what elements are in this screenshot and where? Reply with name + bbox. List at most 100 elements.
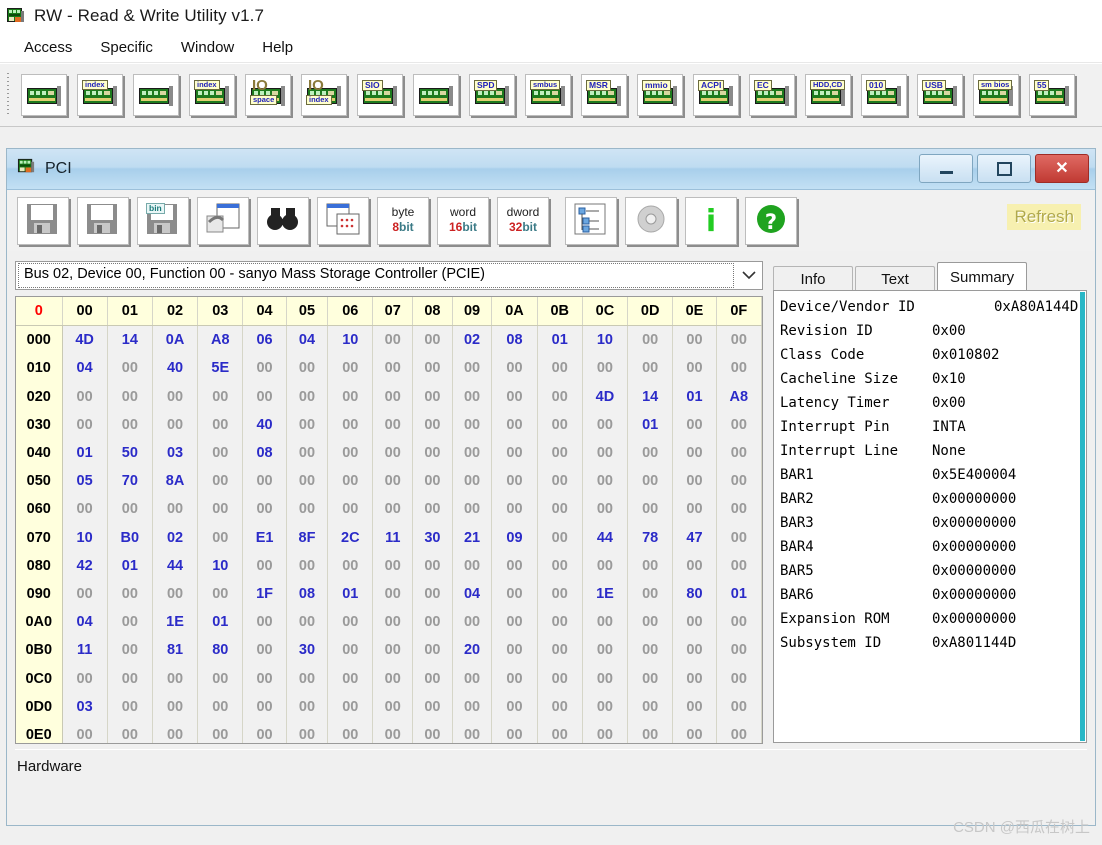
hex-cell[interactable]: 00	[716, 410, 762, 439]
hex-cell[interactable]: 00	[672, 410, 717, 439]
hex-cell[interactable]: 00	[672, 664, 717, 693]
save-bin-button[interactable]: bin	[135, 195, 191, 247]
load-button[interactable]	[195, 195, 251, 247]
hex-cell[interactable]: 08	[491, 325, 538, 355]
hex-cell[interactable]: 00	[582, 354, 629, 383]
hex-cell[interactable]: 00	[197, 382, 244, 411]
hex-cell[interactable]: 10	[582, 325, 629, 355]
tree-view-button[interactable]	[563, 195, 619, 247]
hex-cell[interactable]: 00	[672, 495, 717, 524]
hex-cell[interactable]: 00	[242, 664, 287, 693]
hex-cell[interactable]: 00	[372, 467, 414, 496]
hex-cell[interactable]: 01	[672, 382, 717, 411]
hex-cell[interactable]: E1	[242, 523, 287, 552]
hex-cell[interactable]: 47	[672, 523, 717, 552]
hex-cell[interactable]: 20	[452, 636, 493, 665]
hex-cell[interactable]: 00	[327, 692, 374, 721]
hex-cell[interactable]: 00	[372, 608, 414, 637]
hex-cell[interactable]: 00	[537, 495, 583, 524]
hex-cell[interactable]: 00	[242, 382, 287, 411]
hex-cell[interactable]: 00	[716, 608, 762, 637]
hex-cell[interactable]: 30	[286, 636, 329, 665]
hex-cell[interactable]: 00	[327, 720, 374, 743]
hex-cell[interactable]: 00	[62, 410, 108, 439]
hex-cell[interactable]: 00	[716, 495, 762, 524]
hex-cell[interactable]: 00	[197, 720, 244, 743]
hex-cell[interactable]: 1F	[242, 579, 287, 609]
hex-cell[interactable]: 00	[716, 551, 762, 580]
hex-cell[interactable]: 00	[672, 467, 717, 496]
hex-cell[interactable]: 00	[286, 410, 329, 439]
hex-cell[interactable]: 00	[327, 495, 374, 524]
hex-cell[interactable]: 00	[537, 608, 583, 637]
hex-cell[interactable]: 00	[537, 354, 583, 383]
hex-cell[interactable]: 09	[491, 523, 538, 552]
hex-cell[interactable]: 00	[286, 692, 329, 721]
hex-cell[interactable]: 00	[372, 325, 414, 355]
hex-cell[interactable]: 00	[452, 495, 493, 524]
hex-cell[interactable]: 00	[716, 636, 762, 665]
hex-cell[interactable]: 00	[582, 551, 629, 580]
hex-cell[interactable]: 00	[537, 438, 583, 468]
hex-cell[interactable]: 00	[412, 579, 453, 609]
hex-cell[interactable]: 42	[62, 551, 108, 580]
acpi-button[interactable]: ACPI	[690, 71, 742, 119]
hex-cell[interactable]: 00	[491, 608, 538, 637]
hex-cell[interactable]: 00	[107, 495, 153, 524]
hex-cell[interactable]: 00	[627, 551, 674, 580]
io-index-button[interactable]: index IO	[298, 71, 350, 119]
hex-cell[interactable]: 00	[152, 720, 199, 743]
hex-cell[interactable]: 4D	[582, 382, 629, 411]
hex-cell[interactable]: 00	[197, 467, 244, 496]
hex-cell[interactable]: 00	[537, 664, 583, 693]
hex-cell[interactable]: 00	[452, 692, 493, 721]
clock-button[interactable]	[410, 71, 462, 119]
hex-cell[interactable]: 00	[537, 382, 583, 411]
hex-cell[interactable]: 8A	[152, 467, 199, 496]
minimize-button[interactable]	[919, 154, 973, 183]
hex-cell[interactable]: 78	[627, 523, 674, 552]
settings-button[interactable]	[623, 195, 679, 247]
hex-cell[interactable]: 1E	[152, 608, 199, 637]
tab-text[interactable]: Text	[855, 266, 935, 291]
hex-cell[interactable]: 00	[412, 495, 453, 524]
hex-cell[interactable]: 00	[412, 720, 453, 743]
hex-cell[interactable]: 00	[452, 354, 493, 383]
hex-cell[interactable]: 01	[327, 579, 374, 609]
hex-cell[interactable]: 00	[197, 692, 244, 721]
hex-cell[interactable]: 00	[107, 608, 153, 637]
hex-cell[interactable]: 00	[582, 692, 629, 721]
hex-cell[interactable]: 00	[372, 692, 414, 721]
hex-cell[interactable]: A8	[716, 382, 762, 411]
hex-cell[interactable]: 00	[152, 692, 199, 721]
hex-cell[interactable]: 00	[452, 608, 493, 637]
hex-cell[interactable]: 00	[672, 325, 717, 355]
hex-cell[interactable]: 00	[372, 410, 414, 439]
hex-cell[interactable]: 00	[716, 664, 762, 693]
menu-item-specific[interactable]: Specific	[86, 37, 167, 58]
hex-cell[interactable]: 0A	[152, 325, 199, 355]
hex-cell[interactable]: 00	[491, 495, 538, 524]
hex-cell[interactable]: 70	[107, 467, 153, 496]
hex-cell[interactable]: 00	[491, 720, 538, 743]
hex-cell[interactable]: 00	[372, 382, 414, 411]
hex-cell[interactable]: 06	[242, 325, 287, 355]
hex-cell[interactable]: 00	[107, 579, 153, 609]
hex-cell[interactable]: 00	[286, 551, 329, 580]
msr-button[interactable]: MSR	[578, 71, 630, 119]
hex-cell[interactable]: 21	[452, 523, 493, 552]
hex-cell[interactable]: 00	[197, 664, 244, 693]
hex-cell[interactable]: 00	[372, 551, 414, 580]
hex-cell[interactable]: 00	[582, 608, 629, 637]
hex-cell[interactable]: 14	[627, 382, 674, 411]
hex-cell[interactable]: 00	[286, 467, 329, 496]
hex-cell[interactable]: 00	[327, 382, 374, 411]
hex-cell[interactable]: 00	[412, 325, 453, 355]
hex-cell[interactable]: 00	[286, 382, 329, 411]
hex-cell[interactable]: 00	[672, 692, 717, 721]
hex-cell[interactable]: 00	[672, 608, 717, 637]
hex-cell[interactable]: 11	[372, 523, 414, 552]
spd-button[interactable]: SPD	[466, 71, 518, 119]
hex-cell[interactable]: 00	[491, 438, 538, 468]
hex-cell[interactable]: 00	[286, 720, 329, 743]
